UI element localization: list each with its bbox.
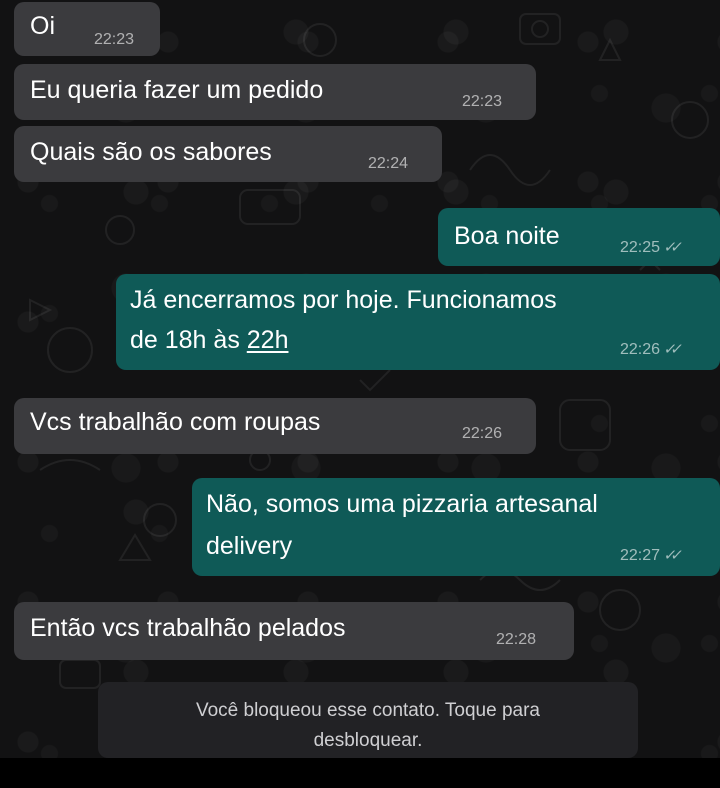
blocked-contact-notice[interactable]: Você bloqueou esse contato. Toque para d… (98, 682, 638, 758)
incoming-message[interactable]: Oi 22:23 (14, 2, 160, 56)
incoming-message[interactable]: Então vcs trabalhão pelados 22:28 (14, 602, 574, 660)
double-check-icon: ✓✓ (662, 341, 679, 358)
outgoing-message[interactable]: Boa noite 22:25 ✓✓ (438, 208, 720, 266)
outgoing-message[interactable]: Já encerramos por hoje. Funcionamos de 1… (116, 274, 720, 370)
message-time: 22:25 ✓✓ (620, 239, 679, 256)
message-time: 22:28 (496, 631, 537, 648)
double-check-icon: ✓✓ (662, 239, 679, 256)
blocked-notice-line1: Você bloqueou esse contato. Toque para (195, 700, 541, 721)
incoming-message[interactable]: Eu queria fazer um pedido 22:23 (14, 64, 536, 120)
message-text-line2: delivery (206, 532, 293, 560)
bottom-bar (0, 758, 720, 788)
message-time: 22:23 (94, 31, 135, 48)
time-link[interactable]: 22h (247, 326, 289, 354)
message-text: Vcs trabalhão com roupas (30, 408, 321, 436)
message-text: Oi (30, 12, 55, 40)
message-time: 22:24 (368, 155, 409, 172)
message-time: 22:23 (462, 93, 503, 110)
double-check-icon: ✓✓ (662, 547, 679, 564)
chat-area[interactable]: Oi 22:23 Eu queria fazer um pedido 22:23… (0, 0, 720, 758)
message-text: Então vcs trabalhão pelados (30, 614, 346, 642)
message-text: Quais são os sabores (30, 138, 272, 166)
incoming-message[interactable]: Quais são os sabores 22:24 (14, 126, 442, 182)
blocked-notice-line2: desbloquear. (313, 730, 423, 752)
message-time: 22:27 ✓✓ (620, 547, 679, 564)
message-text-line1: Não, somos uma pizzaria artesanal (206, 490, 598, 518)
message-time: 22:26 (462, 425, 503, 442)
message-text: Boa noite (454, 222, 560, 250)
message-text-line2: de 18h às 22h (130, 326, 289, 354)
message-text: Eu queria fazer um pedido (30, 76, 324, 104)
message-text-line1: Já encerramos por hoje. Funcionamos (130, 286, 557, 314)
incoming-message[interactable]: Vcs trabalhão com roupas 22:26 (14, 398, 536, 454)
outgoing-message[interactable]: Não, somos uma pizzaria artesanal delive… (192, 478, 720, 576)
message-time: 22:26 ✓✓ (620, 341, 679, 358)
